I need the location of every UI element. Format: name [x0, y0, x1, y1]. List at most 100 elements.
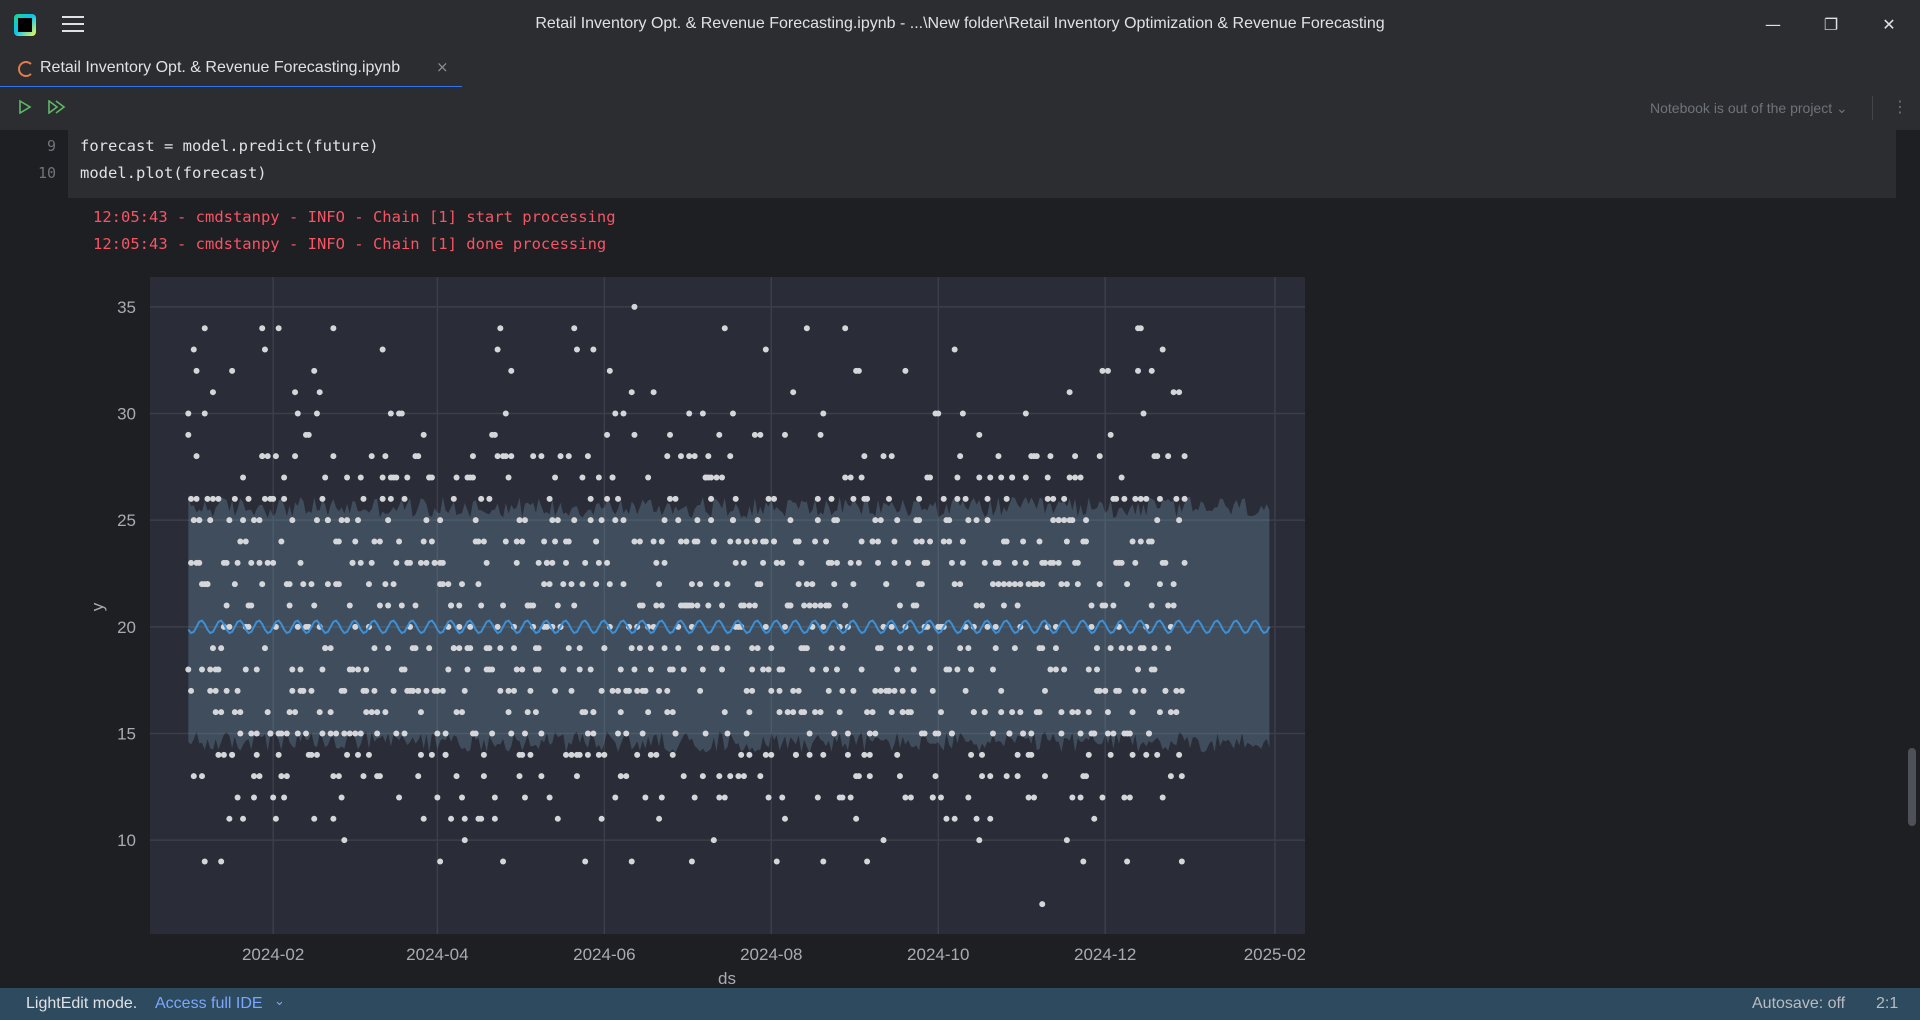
minimize-button[interactable]: — [1750, 10, 1796, 40]
data-point [267, 730, 274, 737]
data-point [814, 794, 821, 801]
data-point [344, 517, 351, 524]
cursor-position[interactable]: 2:1 [1876, 995, 1898, 1013]
autosave-status[interactable]: Autosave: off [1752, 995, 1845, 1013]
data-point [464, 666, 471, 673]
data-point [970, 709, 977, 716]
data-point [341, 837, 348, 844]
data-point [1126, 730, 1133, 737]
data-point [1107, 431, 1114, 438]
data-point [598, 815, 605, 822]
data-point [866, 773, 873, 780]
data-point [716, 431, 723, 438]
data-point [957, 453, 964, 460]
data-point [324, 517, 331, 524]
data-point [1003, 495, 1010, 502]
data-point [888, 709, 895, 716]
chevron-down-icon[interactable]: ⌄ [274, 994, 285, 1009]
data-point [995, 581, 1002, 588]
data-point [634, 687, 641, 694]
data-point [1047, 666, 1054, 673]
run-cell-icon[interactable] [18, 100, 32, 114]
data-point [1022, 410, 1029, 417]
data-point [259, 325, 266, 332]
data-point [601, 645, 608, 652]
code-line[interactable]: model.plot(forecast) [80, 164, 267, 182]
vertical-scrollbar[interactable] [1908, 748, 1916, 826]
data-point [1058, 581, 1065, 588]
data-point [1077, 794, 1084, 801]
data-point [754, 645, 761, 652]
data-point [546, 794, 553, 801]
data-point [899, 687, 906, 694]
data-point [412, 602, 419, 609]
loading-spinner-icon [18, 61, 34, 77]
data-point [253, 666, 260, 673]
data-point [365, 751, 372, 758]
tab-notebook[interactable]: Retail Inventory Opt. & Revenue Forecast… [0, 50, 462, 88]
data-point [623, 730, 630, 737]
window-title: Retail Inventory Opt. & Revenue Forecast… [535, 15, 1385, 32]
data-point [1181, 495, 1188, 502]
data-point [568, 581, 575, 588]
more-options-icon[interactable]: ⋮ [1892, 97, 1908, 116]
data-point [218, 858, 225, 865]
data-point [409, 687, 416, 694]
data-point [1022, 474, 1029, 481]
data-point [1025, 581, 1032, 588]
data-point [653, 559, 660, 566]
restore-button[interactable]: ❐ [1808, 10, 1854, 40]
tab-close-icon[interactable]: × [436, 58, 449, 76]
data-point [426, 645, 433, 652]
data-point [316, 709, 323, 716]
data-point [469, 453, 476, 460]
data-point [1039, 581, 1046, 588]
data-point [234, 687, 241, 694]
data-point [494, 346, 501, 353]
data-point [278, 730, 285, 737]
data-point [497, 645, 504, 652]
data-point [248, 602, 255, 609]
data-point [355, 517, 362, 524]
data-point [1140, 410, 1147, 417]
data-point [929, 687, 936, 694]
data-point [1083, 773, 1090, 780]
data-point [946, 517, 953, 524]
data-point [283, 730, 290, 737]
data-point [535, 559, 542, 566]
data-point [231, 495, 238, 502]
access-full-ide-link[interactable]: Access full IDE [155, 995, 263, 1013]
data-point [1104, 367, 1111, 374]
data-point [1006, 581, 1013, 588]
data-point [491, 431, 498, 438]
data-point [382, 453, 389, 460]
data-point [270, 794, 277, 801]
data-point [987, 815, 994, 822]
code-line[interactable]: forecast = model.predict(future) [80, 137, 379, 155]
data-point [803, 581, 810, 588]
data-point [1091, 815, 1098, 822]
data-point [546, 495, 553, 502]
data-point [708, 517, 715, 524]
data-point [631, 431, 638, 438]
data-point [858, 666, 865, 673]
data-point [1069, 517, 1076, 524]
data-point [814, 517, 821, 524]
run-all-icon[interactable] [48, 100, 66, 114]
data-point [987, 474, 994, 481]
data-point [847, 559, 854, 566]
data-point [1102, 602, 1109, 609]
data-point [319, 666, 326, 673]
data-point [833, 559, 840, 566]
project-status-dropdown[interactable]: Notebook is out of the project ⌄ [1650, 100, 1848, 117]
data-point [935, 410, 942, 417]
data-point [188, 559, 195, 566]
data-point [910, 666, 917, 673]
data-point [234, 794, 241, 801]
data-point [349, 666, 356, 673]
data-point [478, 495, 485, 502]
data-point [511, 645, 518, 652]
data-point [1066, 474, 1073, 481]
close-window-button[interactable]: ✕ [1866, 10, 1912, 40]
data-point [719, 474, 726, 481]
